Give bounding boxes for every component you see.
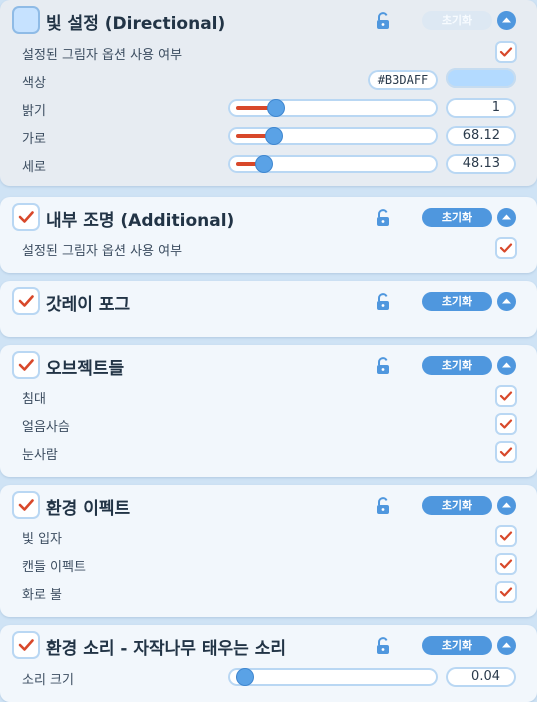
unlock-icon[interactable] xyxy=(375,637,391,655)
list-item: 얼음사슴 xyxy=(0,410,537,438)
panel-objects: 오브젝트들 초기화 침대 얼음사슴 눈사람 xyxy=(0,345,537,477)
horizontal-slider[interactable] xyxy=(228,127,438,145)
shadow-option-checkbox[interactable] xyxy=(497,43,515,61)
brightness-slider[interactable] xyxy=(228,99,438,117)
item-label: 침대 xyxy=(22,392,46,407)
item-checkbox[interactable] xyxy=(497,443,515,461)
item-checkbox[interactable] xyxy=(497,415,515,433)
volume-label: 소리 크기 xyxy=(22,673,74,688)
list-item: 빛 입자 xyxy=(0,522,537,550)
color-label: 색상 xyxy=(22,76,46,91)
reset-button[interactable]: 초기화 xyxy=(422,208,492,227)
unlock-icon[interactable] xyxy=(375,357,391,375)
item-label: 화로 불 xyxy=(22,588,63,603)
chevron-up-icon[interactable] xyxy=(497,11,516,30)
item-checkbox[interactable] xyxy=(497,555,515,573)
shadow-option-label: 설정된 그림자 옵션 사용 여부 xyxy=(22,244,183,259)
panel-header: 빛 설정 (Directional) 초기화 xyxy=(0,0,537,40)
shadow-option-row: 설정된 그림자 옵션 사용 여부 xyxy=(0,234,537,262)
item-label: 얼음사슴 xyxy=(22,420,70,435)
reset-button[interactable]: 초기화 xyxy=(422,496,492,515)
shadow-option-row: 설정된 그림자 옵션 사용 여부 xyxy=(0,38,537,66)
panel-header: 내부 조명 (Additional) 초기화 xyxy=(0,197,537,237)
list-item: 눈사람 xyxy=(0,438,537,466)
shadow-option-checkbox[interactable] xyxy=(497,239,515,257)
slider-handle[interactable] xyxy=(256,156,272,172)
panel-title: 빛 설정 (Directional) xyxy=(46,14,226,34)
volume-value[interactable]: 0.04 xyxy=(446,667,516,687)
panel-header: 환경 이펙트 초기화 xyxy=(0,485,537,525)
item-checkbox[interactable] xyxy=(497,527,515,545)
panel-enable-checkbox[interactable] xyxy=(14,633,38,657)
list-item: 캔들 이펙트 xyxy=(0,550,537,578)
chevron-up-icon[interactable] xyxy=(497,208,516,227)
horizontal-label: 가로 xyxy=(22,132,46,147)
panel-additional-light: 내부 조명 (Additional) 초기화 설정된 그림자 옵션 사용 여부 xyxy=(0,197,537,273)
item-checkbox[interactable] xyxy=(497,583,515,601)
chevron-up-icon[interactable] xyxy=(497,496,516,515)
panel-enable-checkbox[interactable] xyxy=(14,289,38,313)
horizontal-value[interactable]: 68.12 xyxy=(446,126,516,146)
panel-header: 환경 소리 - 자작나무 태우는 소리 초기화 xyxy=(0,625,537,665)
item-label: 빛 입자 xyxy=(22,532,63,547)
list-item: 침대 xyxy=(0,382,537,410)
panel-title: 환경 이펙트 xyxy=(46,499,131,519)
panel-enable-checkbox[interactable] xyxy=(14,8,38,32)
list-item: 화로 불 xyxy=(0,578,537,606)
volume-slider[interactable] xyxy=(228,668,438,686)
color-row: 색상 #B3DAFF xyxy=(0,66,537,94)
reset-button[interactable]: 초기화 xyxy=(422,636,492,655)
panel-header: 오브젝트들 초기화 xyxy=(0,345,537,385)
reset-button[interactable]: 초기화 xyxy=(422,356,492,375)
panel-enable-checkbox[interactable] xyxy=(14,493,38,517)
slider-handle[interactable] xyxy=(237,669,253,685)
unlock-icon[interactable] xyxy=(375,293,391,311)
chevron-up-icon[interactable] xyxy=(497,356,516,375)
unlock-icon[interactable] xyxy=(375,209,391,227)
chevron-up-icon[interactable] xyxy=(497,636,516,655)
panel-title: 내부 조명 (Additional) xyxy=(46,211,235,231)
panel-title: 갓레이 포그 xyxy=(46,295,131,315)
vertical-row: 세로 48.13 xyxy=(0,150,537,178)
item-label: 캔들 이펙트 xyxy=(22,560,86,575)
slider-handle[interactable] xyxy=(268,100,284,116)
color-swatch[interactable] xyxy=(446,68,516,88)
brightness-label: 밝기 xyxy=(22,104,46,119)
vertical-slider[interactable] xyxy=(228,155,438,173)
panel-environment-sound: 환경 소리 - 자작나무 태우는 소리 초기화 소리 크기 0.04 xyxy=(0,625,537,702)
panel-directional-light: 빛 설정 (Directional) 초기화 설정된 그림자 옵션 사용 여부 … xyxy=(0,0,537,186)
volume-row: 소리 크기 0.04 xyxy=(0,663,537,691)
panel-godray-fog: 갓레이 포그 초기화 xyxy=(0,281,537,337)
shadow-option-label: 설정된 그림자 옵션 사용 여부 xyxy=(22,48,183,63)
slider-handle[interactable] xyxy=(266,128,282,144)
reset-button[interactable]: 초기화 xyxy=(422,11,492,30)
unlock-icon[interactable] xyxy=(375,12,391,30)
panel-title: 환경 소리 - 자작나무 태우는 소리 xyxy=(46,639,286,659)
panel-environment-effects: 환경 이펙트 초기화 빛 입자 캔들 이펙트 화로 불 xyxy=(0,485,537,617)
horizontal-row: 가로 68.12 xyxy=(0,122,537,150)
unlock-icon[interactable] xyxy=(375,497,391,515)
panel-header: 갓레이 포그 초기화 xyxy=(0,281,537,321)
vertical-label: 세로 xyxy=(22,160,46,175)
panel-enable-checkbox[interactable] xyxy=(14,353,38,377)
panel-enable-checkbox[interactable] xyxy=(14,205,38,229)
item-label: 눈사람 xyxy=(22,448,58,463)
vertical-value[interactable]: 48.13 xyxy=(446,154,516,174)
panel-title: 오브젝트들 xyxy=(46,359,125,379)
brightness-value[interactable]: 1 xyxy=(446,98,516,118)
reset-button[interactable]: 초기화 xyxy=(422,292,492,311)
item-checkbox[interactable] xyxy=(497,387,515,405)
color-hex-field[interactable]: #B3DAFF xyxy=(368,70,438,90)
chevron-up-icon[interactable] xyxy=(497,292,516,311)
brightness-row: 밝기 1 xyxy=(0,94,537,122)
